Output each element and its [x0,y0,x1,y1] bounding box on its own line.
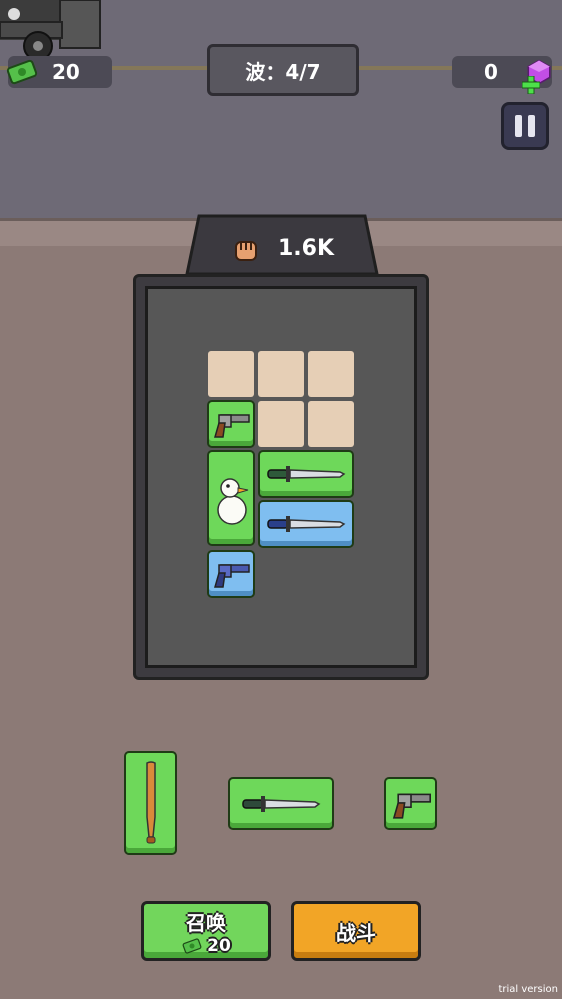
board-item-revolver[interactable] [207,550,255,598]
gem-counter[interactable]: 0 [452,56,552,94]
truck-icon [0,0,101,60]
revolver-icon [214,564,250,588]
tray-item-revolver[interactable] [384,777,437,830]
baseball-bat-icon [145,761,156,844]
cash-icon [6,59,38,85]
cash-icon [182,937,202,954]
knife-icon [267,466,346,482]
summon-button[interactable]: 召唤 20 [141,901,271,961]
revolver-icon [392,793,431,819]
board-item-duck[interactable] [207,450,255,546]
board-cell-empty[interactable] [208,351,254,397]
knife-icon [267,516,346,532]
watermark-text: trial version [498,984,558,995]
gem-value: 0 [484,60,498,84]
cash-value: 20 [52,60,80,84]
board-cell-empty[interactable] [258,351,304,397]
board-cell-empty[interactable] [258,401,304,447]
cash-counter: 20 [6,56,112,88]
fist-icon [235,241,257,261]
wave-label: 波：4/7 [245,59,321,84]
board-item-knife[interactable] [258,500,354,548]
board-cell-empty[interactable] [308,401,354,447]
board-item-revolver[interactable] [207,400,255,448]
board-cell-empty[interactable] [308,351,354,397]
summon-label: 召唤 [186,910,226,935]
wave-indicator: 波：4/7 [207,44,359,96]
board-item-knife[interactable] [258,450,354,498]
tray-item-knife[interactable] [228,777,334,830]
add-gems-icon[interactable] [522,76,540,94]
tray-item-baseball-bat[interactable] [124,751,177,855]
battle-button[interactable]: 战斗 [291,901,421,961]
pause-icon-bar [528,115,535,137]
duck-icon [217,478,249,525]
revolver-icon [214,414,250,438]
summon-cost: 20 [207,935,231,956]
pause-button[interactable] [501,102,549,150]
power-value: 1.6K [278,236,335,261]
battle-label: 战斗 [336,920,376,945]
knife-icon [242,795,321,812]
pause-icon-bar [515,115,522,137]
